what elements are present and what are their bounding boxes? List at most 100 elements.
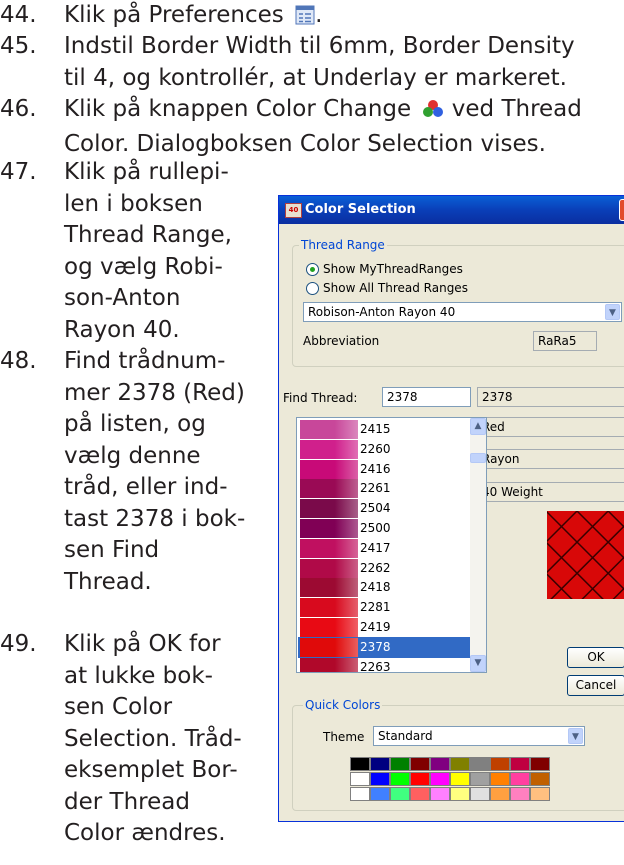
quick-color-cell[interactable] xyxy=(370,757,390,771)
quick-color-cell[interactable] xyxy=(530,757,550,771)
thread-list-item[interactable]: 2416 xyxy=(298,459,470,480)
thread-preview-swatch xyxy=(547,511,624,599)
thread-color-swatch xyxy=(300,578,358,598)
thread-list-item[interactable]: 2500 xyxy=(298,518,470,539)
thread-list-item[interactable]: 2281 xyxy=(298,597,470,618)
thread-list-item[interactable]: 2261 xyxy=(298,478,470,499)
scrollbar-thumb[interactable] xyxy=(470,453,486,463)
quick-color-cell[interactable] xyxy=(390,772,410,786)
step-text: vælg denne xyxy=(64,442,201,469)
step-text: Thread. xyxy=(64,568,152,595)
step-number: 44. xyxy=(0,2,37,28)
quick-color-cell[interactable] xyxy=(450,757,470,771)
thread-list-item[interactable]: 2262 xyxy=(298,558,470,579)
quick-color-cell[interactable] xyxy=(450,772,470,786)
quick-color-cell[interactable] xyxy=(470,757,490,771)
quick-color-cell[interactable] xyxy=(410,772,430,786)
preferences-icon xyxy=(295,3,315,35)
quick-color-cell[interactable] xyxy=(510,787,530,801)
thread-range-value: Robison-Anton Rayon 40 xyxy=(308,305,456,319)
quick-color-cell[interactable] xyxy=(410,787,430,801)
thread-list[interactable]: 2263 2378 2419 2281 2418 2262 2417 2500 2504 2261… xyxy=(296,417,487,673)
thread-texture xyxy=(547,511,624,599)
step-text: eksemplet Bor- xyxy=(64,757,238,783)
thread-list-item[interactable]: 2418 xyxy=(298,577,470,598)
thread-list-item[interactable]: 2419 xyxy=(298,617,470,638)
quick-color-cell[interactable] xyxy=(390,787,410,801)
chevron-down-icon[interactable]: ▼ xyxy=(568,728,583,744)
step-number: 49. xyxy=(0,631,37,657)
thread-number-field: 2378 xyxy=(477,387,624,407)
thread-list-item[interactable]: 2263 xyxy=(298,657,470,673)
thread-color-swatch xyxy=(300,420,358,439)
quick-color-cell[interactable] xyxy=(470,772,490,786)
step-text: Indstil Border Width til 6mm, Border Den… xyxy=(64,33,575,59)
close-button[interactable]: X xyxy=(619,199,624,221)
thread-list-item[interactable]: 2504 xyxy=(298,498,470,519)
quick-color-cell[interactable] xyxy=(510,757,530,771)
step-text: Klik på rullepi- xyxy=(64,159,229,185)
quick-color-cell[interactable] xyxy=(350,757,370,771)
step-text: son-Anton xyxy=(64,285,181,311)
quick-color-cell[interactable] xyxy=(430,772,450,786)
step-text: på listen, og xyxy=(64,411,206,437)
quick-color-cell[interactable] xyxy=(410,757,430,771)
scroll-up-button[interactable]: ▲ xyxy=(470,418,486,435)
ok-button[interactable]: OK xyxy=(567,647,624,668)
thread-number: 2261 xyxy=(360,481,391,496)
cancel-button[interactable]: Cancel xyxy=(567,675,624,696)
show-all-thread-ranges-radio[interactable] xyxy=(306,282,319,295)
thread-type-field: Rayon xyxy=(477,449,624,469)
thread-number: 2419 xyxy=(360,620,391,634)
quick-color-cell[interactable] xyxy=(490,772,510,786)
quick-color-cell[interactable] xyxy=(430,757,450,771)
step-text: der Thread xyxy=(64,788,190,815)
thread-list-item[interactable]: 2260 xyxy=(298,439,470,460)
step-text: Klik på knappen Color Change xyxy=(64,96,412,122)
quick-color-cell[interactable] xyxy=(430,787,450,801)
abbreviation-field: RaRa5 xyxy=(533,331,597,351)
thread-range-select[interactable]: Robison-Anton Rayon 40 ▼ xyxy=(303,302,622,322)
quick-color-cell[interactable] xyxy=(470,787,490,801)
quick-color-cell[interactable] xyxy=(350,787,370,801)
thread-weight-field: 40 Weight xyxy=(477,482,624,502)
thread-list-item[interactable]: 2415 xyxy=(298,419,470,440)
theme-select[interactable]: Standard ▼ xyxy=(373,726,585,746)
thread-number: 2500 xyxy=(360,521,391,535)
quick-color-cell[interactable] xyxy=(370,772,390,786)
quick-color-cell[interactable] xyxy=(530,772,550,786)
thread-number: 2263 xyxy=(360,659,391,673)
thread-color-swatch xyxy=(300,558,358,578)
quick-color-cell[interactable] xyxy=(370,787,390,801)
step-text-tail: ved Thread xyxy=(451,96,582,122)
thread-list-item[interactable]: 2417 xyxy=(298,538,470,559)
find-thread-input[interactable]: 2378 xyxy=(382,387,471,407)
quick-color-cell[interactable] xyxy=(450,787,470,801)
quick-color-cell[interactable] xyxy=(350,772,370,786)
quick-color-cell[interactable] xyxy=(490,787,510,801)
thread-number: 2260 xyxy=(360,441,391,456)
thread-color-swatch xyxy=(300,538,358,558)
show-my-thread-ranges-radio[interactable] xyxy=(306,263,319,276)
scroll-down-button[interactable]: ▼ xyxy=(470,655,486,672)
find-thread-label: Find Thread: xyxy=(283,391,358,405)
thread-list-scrollbar[interactable]: ▲ ▼ xyxy=(470,418,486,672)
thread-weight-value: 40 Weight xyxy=(482,485,543,499)
quick-color-cell[interactable] xyxy=(490,757,510,771)
thread-list-item[interactable]: 2378 xyxy=(298,636,470,658)
theme-value: Standard xyxy=(378,729,433,743)
chevron-down-icon[interactable]: ▼ xyxy=(605,304,620,320)
step-text: Color ændres. xyxy=(64,820,226,846)
thread-number: 2418 xyxy=(360,580,391,595)
quick-color-cell[interactable] xyxy=(510,772,530,786)
quick-color-cell[interactable] xyxy=(390,757,410,771)
thread-color-swatch xyxy=(300,618,358,637)
thread-color-swatch xyxy=(300,479,358,499)
thread-color-swatch xyxy=(300,637,358,657)
thread-number: 2262 xyxy=(360,560,391,575)
step-number: 45. xyxy=(0,33,37,59)
thread-number: 2417 xyxy=(360,540,391,555)
step-text: og vælg Robi- xyxy=(64,253,223,280)
thread-type-value: Rayon xyxy=(482,452,520,466)
quick-color-cell[interactable] xyxy=(530,787,550,801)
